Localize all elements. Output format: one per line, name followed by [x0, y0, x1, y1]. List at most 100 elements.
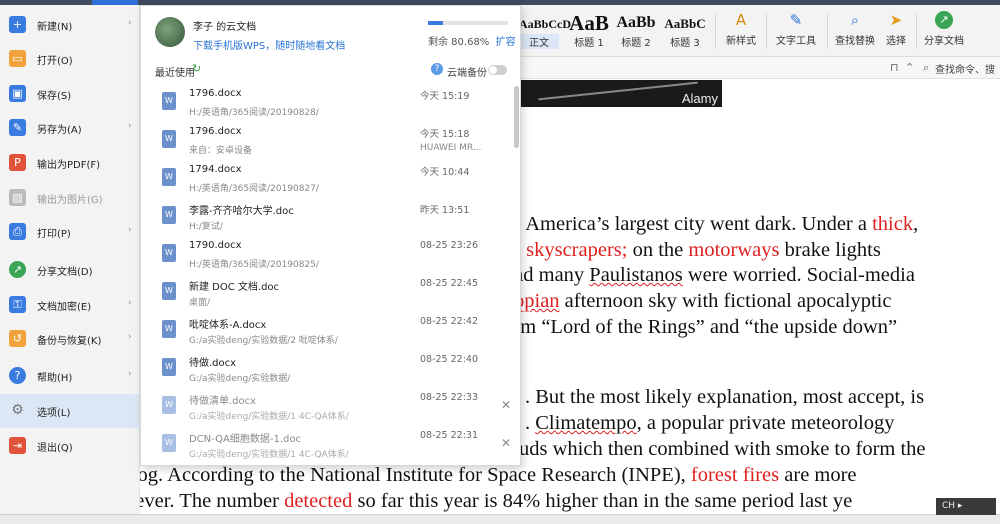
save-as-icon: ✎: [9, 119, 26, 136]
cloud-backup-toggle[interactable]: [488, 65, 507, 75]
new-doc-icon: +: [9, 16, 26, 33]
menu-item-export-image[interactable]: ▨ 输出为图片(G): [0, 181, 139, 215]
expand-storage-link[interactable]: 扩容: [496, 37, 516, 48]
cloud-user-name[interactable]: 李子 的云文档: [193, 18, 256, 33]
word-doc-icon: W: [162, 396, 176, 414]
new-style-icon: A: [735, 11, 747, 29]
cloud-quota-text: 剩余 80.68% 扩容: [428, 37, 516, 48]
recent-file-item[interactable]: W 待做.docx G:/a实验deng/实验数据/ 08-25 22:40: [141, 351, 513, 389]
ribbon-toolbar: AaBbCcD 正文 AaB 标题 1 AaBb 标题 2 AaBbC 标题 3…: [519, 5, 1000, 57]
word-doc-icon: W: [162, 92, 176, 110]
word-doc-icon: W: [162, 434, 176, 452]
backup-icon: ↺: [9, 330, 26, 347]
style-heading-3[interactable]: AaBbC 标题 3: [660, 11, 710, 49]
folder-icon: ▭: [9, 50, 26, 67]
document-image: Alamy: [518, 80, 722, 107]
mobile-download-link[interactable]: 下载手机版WPS，随时随地看文档: [193, 37, 345, 52]
print-icon: ⎙: [9, 223, 26, 240]
pin-icon[interactable]: ⊓: [890, 61, 899, 74]
word-doc-icon: W: [162, 130, 176, 148]
menu-item-exit[interactable]: ⇥ 退出(Q): [0, 429, 139, 463]
share-doc-icon: ↗: [935, 11, 953, 29]
menu-item-encrypt[interactable]: ⚿ 文档加密(E) ›: [0, 288, 139, 322]
refresh-icon[interactable]: ↻: [192, 62, 201, 75]
menu-item-save-as[interactable]: ✎ 另存为(A) ›: [0, 111, 139, 145]
pdf-icon: P: [9, 154, 26, 171]
lock-icon: ⚿: [9, 296, 26, 313]
command-search-input[interactable]: 查找命令、搜: [935, 61, 995, 76]
doc-line-8: uds which then combined with smoke to fo…: [519, 438, 926, 460]
word-doc-icon: W: [162, 358, 176, 376]
chevron-right-icon: ›: [128, 298, 132, 308]
recent-file-item[interactable]: W 待做清单.docx G:/a实验deng/实验数据/1 4C-QA体系/ 0…: [141, 389, 513, 427]
recent-file-item[interactable]: W 吡啶体系-A.docx G:/a实验deng/实验数据/2 吡啶体系/ 08…: [141, 313, 513, 351]
help-circle-icon[interactable]: ?: [431, 63, 443, 75]
remove-item-close-icon[interactable]: ✕: [501, 398, 511, 412]
share-icon: ↗: [9, 261, 26, 278]
doc-line-3: nd many Paulistanos were worried. Social…: [513, 264, 915, 286]
word-doc-icon: W: [162, 320, 176, 338]
save-icon: ▣: [9, 85, 26, 102]
menu-item-export-pdf[interactable]: P 输出为PDF(F): [0, 146, 139, 180]
file-menu: + 新建(N) › ▭ 打开(O) ▣ 保存(S) ✎ 另存为(A) › P 输出为…: [0, 5, 140, 524]
recent-file-item[interactable]: W 1790.docx H:/英语角/365阅读/20190825/ 08-25…: [141, 237, 513, 275]
doc-line-7: . Climatempo, a popular private meteorol…: [525, 412, 895, 434]
menu-item-options[interactable]: ⚙ 选项(L): [0, 394, 139, 428]
recent-file-item[interactable]: W 李露-齐齐哈尔大学.doc H:/复试/ 昨天 13:51: [141, 199, 513, 237]
menu-item-print[interactable]: ⎙ 打印(P) ›: [0, 215, 139, 249]
menu-item-open[interactable]: ▭ 打开(O): [0, 42, 139, 76]
command-search-bar: ⊓ ⌃ ⌕: [519, 57, 1000, 79]
word-doc-icon: W: [162, 282, 176, 300]
word-doc-icon: W: [162, 168, 176, 186]
menu-item-new[interactable]: + 新建(N) ›: [0, 8, 139, 42]
exit-icon: ⇥: [9, 437, 26, 454]
chevron-right-icon: ›: [128, 225, 132, 235]
collapse-icon[interactable]: ⌃: [905, 61, 914, 74]
menu-item-share[interactable]: ↗ 分享文档(D): [0, 253, 139, 287]
remove-item-close-icon[interactable]: ✕: [501, 436, 511, 450]
word-doc-icon: W: [162, 206, 176, 224]
recent-file-item[interactable]: W 1796.docx 来自：安卓设备 今天 15:18 HUAWEI MR..…: [141, 123, 513, 161]
search-icon[interactable]: ⌕: [923, 61, 929, 75]
select-button[interactable]: ➤ 选择: [881, 11, 911, 51]
menu-item-backup[interactable]: ↺ 备份与恢复(K) ›: [0, 322, 139, 356]
cloud-quota-bar: [428, 21, 508, 25]
doc-line-1: h America’s largest city went dark. Unde…: [511, 213, 919, 235]
find-replace-button[interactable]: ⌕ 查找替换: [831, 11, 879, 51]
new-style-button[interactable]: A 新样式: [721, 11, 761, 51]
select-cursor-icon: ➤: [889, 11, 903, 29]
chevron-right-icon: ›: [128, 369, 132, 379]
scrollbar[interactable]: [514, 86, 519, 148]
image-export-icon: ▨: [9, 189, 26, 206]
word-doc-icon: W: [162, 244, 176, 262]
wps-writer-window: Alamy h America’s largest city went dark…: [0, 0, 1000, 524]
recent-file-item[interactable]: W 1794.docx H:/英语角/365阅读/20190827/ 今天 10…: [141, 161, 513, 199]
status-bar: [0, 514, 1000, 524]
recent-documents-panel: 李子 的云文档 下载手机版WPS，随时随地看文档 剩余 80.68% 扩容 最近…: [140, 5, 521, 466]
help-icon: ?: [9, 367, 26, 384]
chevron-right-icon: ›: [128, 18, 132, 28]
doc-line-2: s skyscrapers; on the motorways brake li…: [513, 239, 881, 261]
style-heading-1[interactable]: AaB 标题 1: [567, 11, 611, 49]
options-gear-icon: ⚙: [11, 402, 24, 418]
recent-file-item[interactable]: W 1796.docx H:/英语角/365阅读/20190828/ 今天 15…: [141, 85, 513, 123]
style-normal[interactable]: AaBbCcD 正文: [519, 11, 571, 49]
style-heading-2[interactable]: AaBb 标题 2: [614, 11, 658, 49]
menu-item-save[interactable]: ▣ 保存(S): [0, 77, 139, 111]
cloud-backup-label: 云端备份: [447, 68, 487, 79]
chevron-right-icon: ›: [128, 332, 132, 342]
image-watermark: Alamy: [681, 91, 718, 106]
share-doc-button[interactable]: ↗ 分享文档: [921, 11, 967, 51]
avatar[interactable]: [155, 17, 185, 47]
doc-line-4: opian afternoon sky with fictional apoca…: [514, 290, 892, 312]
text-tool-icon: ✎: [789, 11, 803, 29]
chevron-right-icon: ›: [128, 121, 132, 131]
doc-line-5: om “Lord of the Rings” and “the upside d…: [510, 316, 898, 338]
menu-item-help[interactable]: ? 帮助(H) ›: [0, 359, 139, 393]
recent-file-item[interactable]: W 新建 DOC 文档.doc 桌面/ 08-25 22:45: [141, 275, 513, 313]
recent-file-item[interactable]: W DCN-QA细胞数据-1.doc G:/a实验deng/实验数据/1 4C-…: [141, 427, 513, 465]
text-tool-button[interactable]: ✎ 文字工具: [771, 11, 821, 51]
find-replace-icon: ⌕: [850, 11, 860, 29]
doc-line-10: common than ever. The number detected so…: [18, 490, 853, 512]
ime-indicator[interactable]: CH ▸: [936, 498, 996, 515]
